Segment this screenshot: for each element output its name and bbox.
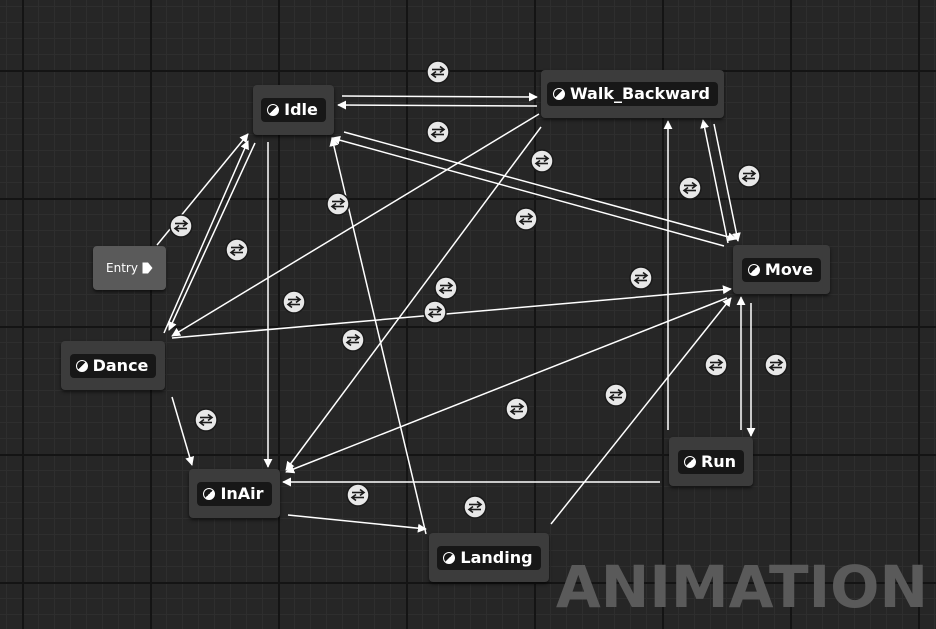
state-icon xyxy=(683,455,696,468)
state-label: Dance xyxy=(92,355,149,375)
state-label: InAir xyxy=(220,483,264,503)
transition-rule-icon[interactable] xyxy=(423,300,447,324)
transition-dance-to-inair[interactable] xyxy=(171,396,195,466)
state-node-body: Dance xyxy=(69,353,157,378)
transition-inair-to-landing[interactable] xyxy=(287,514,427,533)
state-node-body: Landing xyxy=(437,545,541,570)
transition-rule-icon[interactable] xyxy=(194,408,218,432)
transition-rule-icon[interactable] xyxy=(764,353,788,377)
state-node-body: Walk_Backward xyxy=(546,82,719,106)
transition-rule-icon[interactable] xyxy=(341,328,365,352)
state-icon xyxy=(552,88,565,100)
state-label: Walk_Backward xyxy=(569,84,711,103)
transition-rule-icon[interactable] xyxy=(678,176,702,200)
state-node-idle[interactable]: Idle xyxy=(253,85,334,135)
state-icon xyxy=(747,263,760,276)
transition-rule-icon[interactable] xyxy=(225,238,249,262)
transition-walk-backward-to-inair[interactable] xyxy=(285,126,542,471)
transition-rule-icon[interactable] xyxy=(426,60,450,84)
transition-rule-icon[interactable] xyxy=(530,149,554,173)
state-node-dance[interactable]: Dance xyxy=(61,341,165,390)
transition-walk-backward-to-dance[interactable] xyxy=(171,113,540,337)
transition-walk-backward-to-move[interactable] xyxy=(713,123,741,242)
transition-rule-icon[interactable] xyxy=(604,383,628,407)
transition-rule-icon[interactable] xyxy=(434,276,458,300)
transition-rule-icon[interactable] xyxy=(514,207,538,231)
state-node-move[interactable]: Move xyxy=(733,245,830,294)
state-label: Landing xyxy=(460,547,533,567)
entry-node[interactable]: Entry xyxy=(93,246,166,290)
transition-rule-icon[interactable] xyxy=(282,290,306,314)
transition-rule-icon[interactable] xyxy=(326,192,350,216)
transition-rule-icon[interactable] xyxy=(346,483,370,507)
entry-label: Entry xyxy=(106,261,138,275)
state-node-landing[interactable]: Landing xyxy=(429,533,549,582)
state-label: Idle xyxy=(284,100,318,119)
transition-rule-icon[interactable] xyxy=(426,120,450,144)
state-node-run[interactable]: Run xyxy=(669,437,753,486)
state-machine-graph[interactable]: Entry Idle Walk_Backward Move Dance InAi… xyxy=(0,0,936,629)
state-icon xyxy=(75,359,88,372)
transition-rule-icon[interactable] xyxy=(629,266,653,290)
transition-walk-backward-to-idle[interactable] xyxy=(337,100,538,110)
state-node-body: InAir xyxy=(197,481,272,506)
exec-pin-icon xyxy=(142,262,153,274)
state-node-body: Move xyxy=(741,257,822,282)
transition-dance-to-idle[interactable] xyxy=(163,140,249,334)
state-icon xyxy=(203,487,216,500)
state-icon xyxy=(443,551,456,564)
transition-idle-to-move[interactable] xyxy=(343,131,737,242)
transition-rule-icon[interactable] xyxy=(737,164,761,188)
graph-type-watermark: ANIMATION xyxy=(555,553,928,621)
transition-rule-icon[interactable] xyxy=(169,214,193,238)
state-icon xyxy=(267,104,280,116)
state-label: Run xyxy=(700,451,737,471)
state-node-inair[interactable]: InAir xyxy=(189,469,280,518)
transition-move-to-walk-backward[interactable] xyxy=(700,119,729,244)
state-label: Move xyxy=(764,259,814,279)
transition-idle-to-walk-backward[interactable] xyxy=(341,92,538,102)
state-node-body: Run xyxy=(677,449,745,474)
state-node-body: Idle xyxy=(261,98,326,122)
transition-rule-icon[interactable] xyxy=(704,353,728,377)
transition-rule-icon[interactable] xyxy=(463,495,487,519)
transition-rule-icon[interactable] xyxy=(505,397,529,421)
state-node-walk-backward[interactable]: Walk_Backward xyxy=(541,70,724,118)
